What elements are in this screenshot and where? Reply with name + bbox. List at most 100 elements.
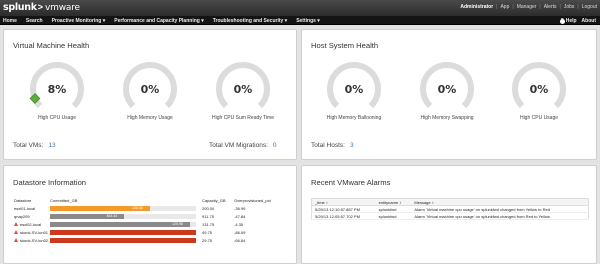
manager-link[interactable]: Manager [517,4,537,10]
table-row[interactable]: esxi01-local 136.98 200.00 -36.99 [13,204,298,212]
gauge-host-high-cpu-usage[interactable]: 0% High CPU Usage [509,59,569,121]
gauge-value: 0% [438,83,457,96]
committed-bar[interactable] [50,237,197,243]
overprovisioned-cell: -66.84 [234,237,246,243]
committed-bar[interactable] [50,221,191,227]
warning-icon [14,222,18,227]
total-hosts-value[interactable]: 3 [350,142,354,149]
panel-title: Host System Health [311,41,379,50]
gauge-high-memory-usage[interactable]: 0% High Memory Usage [120,59,180,121]
table-row[interactable]: 5/29/13 12:05:57.702 PM splunkfwd Alarm 'V… [311,212,589,220]
host-health-panel: Host System Health 0% High Memory Balloo… [301,29,597,160]
capacity-cell: 49.75 [202,229,213,235]
panel-title: Datastore Information [13,178,87,187]
gauge-dial: 0% [420,62,474,109]
total-vms: Total VMs: 13 [13,142,56,149]
gauge-dial: 0% [216,62,270,109]
total-migrations-value[interactable]: 0 [273,142,277,149]
nav-performance-capacity[interactable]: Performance and Capacity Planning ▾ [114,18,203,24]
datastore-name: qnap209 [14,213,30,219]
alarm-message-cell: Alarm 'Virtual machine cpu usage' on spl… [411,212,589,220]
committed-value: 464.44 [106,213,118,218]
gauge-label: High Memory Swapping [420,115,474,121]
gauge-dial: 0% [512,62,566,109]
nav-search[interactable]: Search [26,18,43,24]
column-header-datastore[interactable]: Datastore [13,196,49,204]
gauge-value: 0% [530,83,549,96]
panel-title: Recent VMware Alarms [311,178,391,187]
top-bar: splunk > vmware Administrator | App | Ma… [0,0,600,16]
gauge-value: 0% [141,83,160,96]
logo-vmware-text: vmware [45,3,80,13]
datastore-table: Datastore Committed_GB Capacity_GB Overp… [13,196,298,244]
datastore-name-cell: skunk-SV-lun01 [13,228,49,236]
warning-icon [14,238,18,243]
table-row[interactable]: qnap209 464.44 911.75 -47.84 [13,212,298,220]
datastore-name: skunk-SV-lun02 [20,237,49,243]
committed-value: 125.98 [172,221,183,226]
gauge-dial: 0% [327,62,381,109]
datastore-name: esxi02-local [20,221,42,227]
column-header-overprovisioned[interactable]: Overprovisioned_pct [233,196,298,204]
app-nav-bar: Home Search Proactive Monitoring ▾ Perfo… [0,16,600,25]
user-links: Administrator | App | Manager | Alerts |… [460,4,597,10]
gauge-value: 0% [234,83,253,96]
column-header-message[interactable]: Message ↕ [411,198,589,206]
committed-value: 136.98 [132,205,143,210]
table-row[interactable]: skunk-SV-lun01 49.75 -86.09 [13,228,298,236]
user-name: Administrator [460,4,494,10]
overprovisioned-cell: -4.35 [234,221,244,227]
splunk-vmware-logo[interactable]: splunk > vmware [3,2,80,14]
gauge-label: High CPU Usage [37,115,77,121]
alerts-link[interactable]: Alerts [544,4,557,10]
overprovisioned-cell: -36.99 [234,205,246,211]
vm-health-panel: Virtual Machine Health 8% High CPU Usage… [3,29,297,160]
gauge-high-memory-ballooning[interactable]: 0% High Memory Ballooning [324,59,384,121]
gauge-value: 8% [48,83,67,96]
column-header-capacity[interactable]: Capacity_GB [201,196,233,204]
datastore-panel: Datastore Information Datastore Committe… [3,165,297,264]
table-row[interactable]: esxi02-local 125.98 131.75 -4.35 [13,220,298,228]
nav-home[interactable]: Home [3,18,17,24]
datastore-name: skunk-SV-lun01 [20,229,49,235]
jobs-link[interactable]: Jobs [564,4,575,10]
logo-splunk-text: splunk [3,2,37,13]
committed-bar-cell: 125.98 [49,220,201,228]
column-header-entityname[interactable]: entityname ↕ [375,198,412,206]
overprovisioned-cell: -86.09 [234,229,246,235]
datastore-name-cell: esxi02-local [13,220,49,228]
logout-link[interactable]: Logout [582,4,597,10]
table-row[interactable]: 5/29/13 12:10:57.887 PM splunkfwd Alarm 'V… [311,205,589,213]
logo-chevron: > [37,2,44,12]
help-link[interactable]: ? Help [559,17,577,24]
nav-troubleshooting-security[interactable]: Troubleshooting and Security ▾ [213,18,287,24]
gauge-high-cpu-sum-ready[interactable]: 0% High CPU Sum Ready Time [212,59,274,121]
committed-bar-cell [49,228,201,236]
gauge-high-cpu-usage[interactable]: 8% High CPU Usage [27,59,87,121]
table-row[interactable]: skunk-SV-lun02 29.75 -66.84 [13,236,298,244]
gauge-value: 0% [345,83,364,96]
nav-settings[interactable]: Settings ▾ [296,18,320,24]
datastore-name-cell: esxi01-local [13,204,49,212]
committed-bar-cell: 464.44 [49,212,201,220]
help-icon: ? [559,17,565,24]
datastore-name-cell: qnap209 [13,212,49,220]
column-header-committed[interactable]: Committed_GB [49,196,201,204]
alarm-entity-cell: splunkfwd [375,205,412,213]
alarms-table: _time ↕ entityname ↕ Message ↕ 5/29/13 1… [311,198,589,220]
gauge-dial: 8% [29,62,84,109]
total-migrations-label: Total VM Migrations: [209,142,268,149]
capacity-cell: 29.75 [202,237,213,243]
datastore-name: esxi01-local [14,205,36,211]
column-header-time[interactable]: _time ↕ [311,198,376,206]
alarm-time-cell: 5/29/13 12:10:57.887 PM [311,205,376,213]
committed-bar[interactable] [50,229,197,235]
about-link[interactable]: About [582,18,596,24]
gauge-high-memory-swapping[interactable]: 0% High Memory Swapping [417,59,477,121]
capacity-cell: 911.75 [202,213,214,219]
app-link[interactable]: App [500,4,509,10]
table-header-row: Datastore Committed_GB Capacity_GB Overp… [13,196,298,204]
nav-proactive-monitoring[interactable]: Proactive Monitoring ▾ [52,18,106,24]
total-vms-value[interactable]: 13 [48,142,55,149]
total-vms-label: Total VMs: [13,142,44,149]
